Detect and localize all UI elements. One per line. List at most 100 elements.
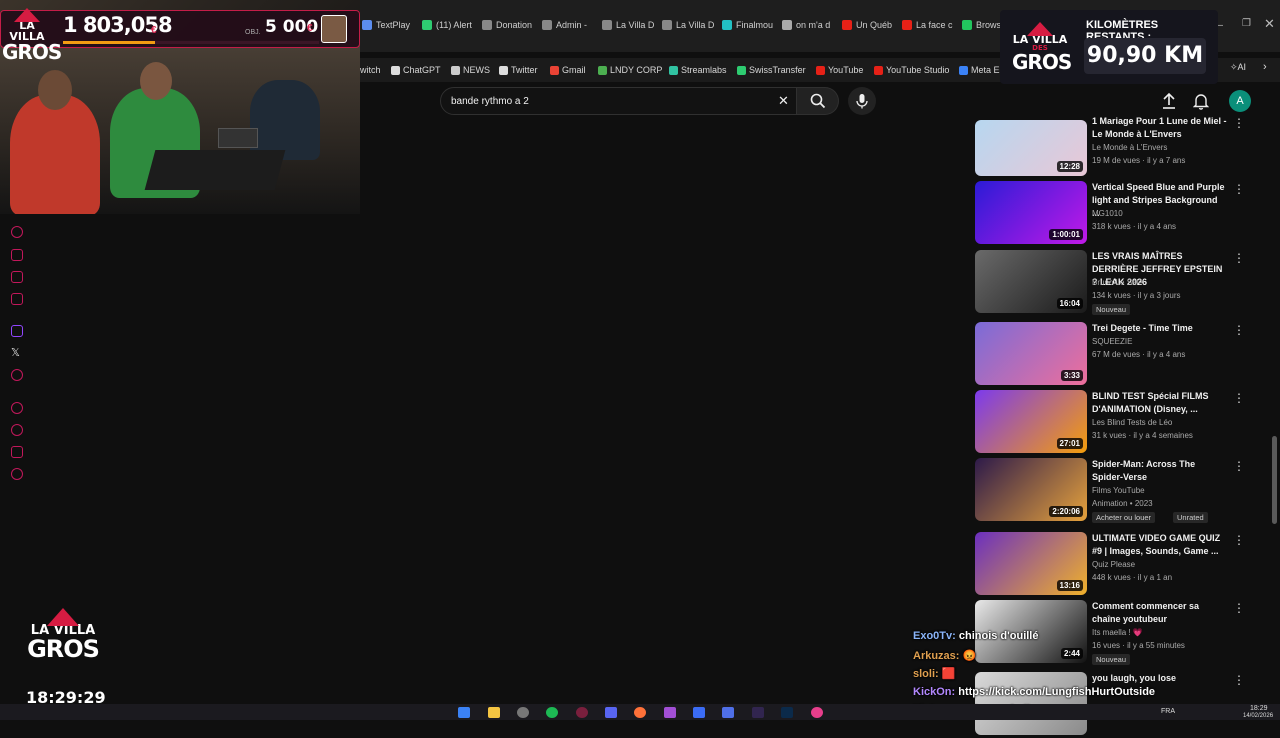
- windows-start-icon[interactable]: [458, 707, 470, 718]
- calculator-icon[interactable]: [722, 707, 734, 718]
- x-icon[interactable]: 𝕏: [11, 346, 20, 359]
- video-item[interactable]: 3:33 Trei Degete - Time Time ⋮ SQUEEZIE 67 M…: [975, 322, 1275, 388]
- more-options-icon[interactable]: ⋮: [1233, 324, 1245, 338]
- more-options-icon[interactable]: ⋮: [1233, 534, 1245, 548]
- video-title[interactable]: Trei Degete - Time Time: [1092, 322, 1227, 335]
- video-item[interactable]: 27:01 BLIND TEST Spécial FILMS D'ANIMATIO…: [975, 390, 1275, 456]
- search-box[interactable]: ✕: [440, 87, 797, 115]
- video-thumbnail[interactable]: 1:00:01: [975, 181, 1087, 244]
- bookmark-item[interactable]: YouTube: [816, 63, 863, 77]
- browser-tab[interactable]: La Villa D: [602, 14, 654, 36]
- music-icon[interactable]: [11, 369, 23, 381]
- video-thumbnail[interactable]: 13:16: [975, 532, 1087, 595]
- bookmark-item[interactable]: NEWS: [451, 63, 490, 77]
- video-title[interactable]: ULTIMATE VIDEO GAME QUIZ #9 | Images, So…: [1092, 532, 1227, 558]
- search-input[interactable]: [449, 92, 749, 110]
- channel-name[interactable]: Le Monde à L'Envers: [1092, 143, 1167, 152]
- maximize-icon[interactable]: ❐: [1242, 18, 1251, 29]
- taskbar-time[interactable]: 18:29: [1250, 705, 1268, 712]
- browser-tab[interactable]: La face c: [902, 14, 953, 36]
- channel-name[interactable]: Bruno Le Salé: [1092, 278, 1143, 287]
- video-item[interactable]: 12:28 1 Mariage Pour 1 Lune de Miel - Le …: [975, 115, 1275, 181]
- video-title[interactable]: Spider-Man: Across The Spider-Verse: [1092, 458, 1227, 484]
- browser-tab[interactable]: Un Québ: [842, 14, 892, 36]
- scrollbar[interactable]: [1272, 436, 1277, 524]
- channel-name[interactable]: Films YouTube: [1092, 486, 1145, 495]
- more-options-icon[interactable]: ⋮: [1233, 252, 1245, 266]
- video-item[interactable]: 1:00:01 Vertical Speed Blue and Purple li…: [975, 181, 1275, 247]
- video-item[interactable]: 16:04 LES VRAIS MAÎTRES DERRIÈRE JEFFREY …: [975, 250, 1275, 316]
- video-title[interactable]: you laugh, you lose: [1092, 672, 1227, 685]
- upload-button[interactable]: [1161, 92, 1177, 115]
- message-icon[interactable]: [11, 271, 23, 283]
- car-icon[interactable]: [11, 249, 23, 261]
- bookmark-item[interactable]: SwissTransfer: [737, 63, 806, 77]
- discord-icon[interactable]: [605, 707, 617, 718]
- app-icon[interactable]: [811, 707, 823, 718]
- firefox-icon[interactable]: [634, 707, 646, 718]
- bookmark-item[interactable]: Twitter: [499, 63, 538, 77]
- channel-name[interactable]: SQUEEZIE: [1092, 337, 1132, 346]
- close-window-icon[interactable]: ✕: [1264, 16, 1275, 32]
- bookmark-item[interactable]: LNDY CORP: [598, 63, 662, 77]
- notifications-button[interactable]: [1192, 92, 1210, 115]
- file-explorer-icon[interactable]: [488, 707, 500, 718]
- extensions-icon[interactable]: [11, 446, 23, 458]
- browser-tab[interactable]: TextPlay: [362, 14, 410, 36]
- account-avatar[interactable]: A: [1229, 90, 1251, 112]
- bookmark-item[interactable]: YouTube Studio: [874, 63, 949, 77]
- twitch-icon[interactable]: [11, 325, 23, 337]
- video-title[interactable]: BLIND TEST Spécial FILMS D'ANIMATION (Di…: [1092, 390, 1227, 416]
- bookmark-item[interactable]: Meta E: [959, 63, 1000, 77]
- video-thumbnail[interactable]: 2:20:06: [975, 458, 1087, 521]
- browser-tab[interactable]: Finalmou: [722, 14, 773, 36]
- video-item[interactable]: 13:16 ULTIMATE VIDEO GAME QUIZ #9 | Image…: [975, 532, 1275, 598]
- browser-tab[interactable]: Donation: [482, 14, 532, 36]
- more-bookmarks-icon[interactable]: ›: [1263, 61, 1267, 73]
- more-options-icon[interactable]: ⋮: [1233, 674, 1245, 688]
- channel-name[interactable]: Its maella ! 💗: [1092, 628, 1143, 637]
- app-icon[interactable]: [693, 707, 705, 718]
- bookmark-item[interactable]: witch: [360, 63, 381, 77]
- spotify-icon[interactable]: [546, 707, 558, 718]
- more-options-icon[interactable]: ⋮: [1233, 602, 1245, 616]
- browser-tab[interactable]: on m'a d: [782, 14, 830, 36]
- github-icon[interactable]: [517, 707, 529, 718]
- channel-name[interactable]: MG1010: [1092, 209, 1123, 218]
- video-title[interactable]: Comment commencer sa chaîne youtubeur: [1092, 600, 1227, 626]
- mail-icon[interactable]: [11, 293, 23, 305]
- browser-tab[interactable]: La Villa D: [662, 14, 714, 36]
- more-options-icon[interactable]: ⋮: [1233, 460, 1245, 474]
- video-thumbnail[interactable]: 27:01: [975, 390, 1087, 453]
- video-thumbnail[interactable]: 16:04: [975, 250, 1087, 313]
- more-options-icon[interactable]: ⋮: [1233, 117, 1245, 131]
- bookmark-item[interactable]: ChatGPT: [391, 63, 441, 77]
- voice-search-button[interactable]: [848, 87, 876, 115]
- taskbar-date[interactable]: 14/02/2026: [1243, 713, 1273, 719]
- more-options-icon[interactable]: ⋮: [1233, 183, 1245, 197]
- browser-tab[interactable]: (11) Alert: [422, 14, 472, 36]
- opera-icon[interactable]: [576, 707, 588, 718]
- video-thumbnail[interactable]: 12:28: [975, 120, 1087, 176]
- photoshop-icon[interactable]: [781, 707, 793, 718]
- video-thumbnail[interactable]: 3:33: [975, 322, 1087, 385]
- history-icon[interactable]: [11, 424, 23, 436]
- refresh-icon[interactable]: [11, 226, 23, 238]
- settings-icon[interactable]: [11, 468, 23, 480]
- search-button[interactable]: [797, 87, 839, 115]
- more-options-icon[interactable]: ⋮: [1233, 392, 1245, 406]
- bookmark-item[interactable]: Gmail: [550, 63, 586, 77]
- browser-tab[interactable]: Brows: [962, 14, 1001, 36]
- browser-tab[interactable]: Admin -: [542, 14, 587, 36]
- bookmark-item[interactable]: Streamlabs: [669, 63, 727, 77]
- channel-name[interactable]: Les Blind Tests de Léo: [1092, 418, 1172, 427]
- video-item[interactable]: 2:20:06 Spider-Man: Across The Spider-Ver…: [975, 458, 1275, 524]
- play-icon[interactable]: [11, 402, 23, 414]
- premiere-icon[interactable]: [752, 707, 764, 718]
- video-title[interactable]: 1 Mariage Pour 1 Lune de Miel - Le Monde…: [1092, 115, 1227, 141]
- language-indicator[interactable]: FRA: [1161, 708, 1175, 715]
- clear-search-icon[interactable]: ✕: [778, 93, 789, 109]
- app-icon[interactable]: [664, 707, 676, 718]
- channel-name[interactable]: Quiz Please: [1092, 560, 1135, 569]
- ai-button[interactable]: ✧AI: [1230, 62, 1246, 73]
